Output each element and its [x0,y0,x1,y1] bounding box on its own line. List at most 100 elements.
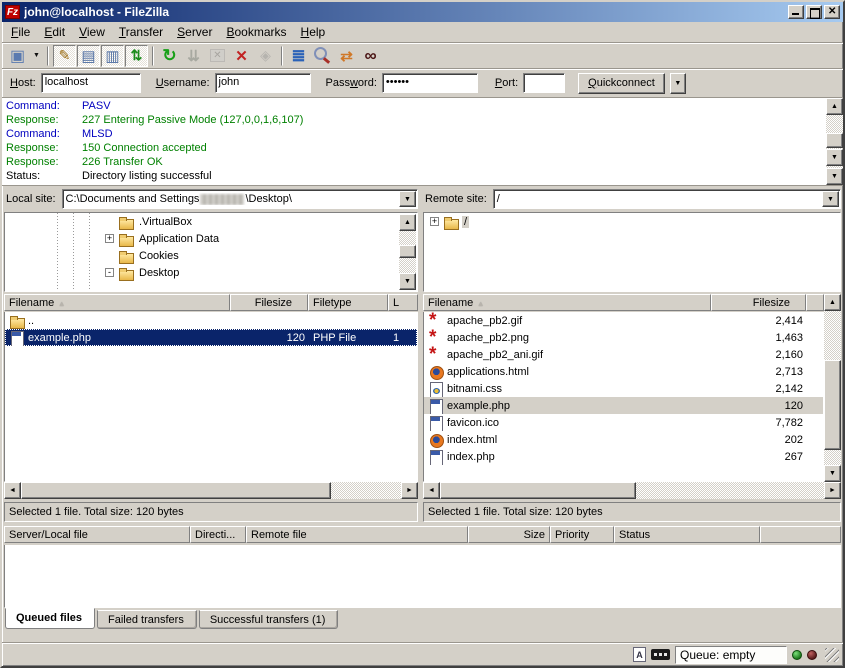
scroll-down-icon[interactable] [826,149,843,166]
quickconnect-button[interactable]: Quickconnect [578,73,665,94]
queue-tab[interactable]: Failed transfers [97,610,197,629]
tree-expander[interactable]: - [105,268,114,277]
disconnect[interactable] [230,45,253,67]
menu-item[interactable]: View [72,23,112,41]
directory-comparison[interactable] [311,45,334,67]
column-header[interactable]: L [388,294,418,311]
queue-column-header[interactable] [760,526,841,543]
tree-item[interactable]: - Desktop [5,264,417,281]
scroll-down-icon[interactable] [399,273,416,290]
column-header[interactable]: Filesize [230,294,308,311]
column-header[interactable]: Filesize [711,294,806,311]
resize-grip[interactable] [825,648,839,662]
scroll-up-icon[interactable] [826,98,843,115]
file-row[interactable]: example.php 120 PHP File 1 [5,329,417,346]
file-row[interactable]: .. [5,312,417,329]
scrollbar-thumb[interactable] [824,360,841,450]
scroll-left-icon[interactable] [423,482,440,499]
scroll-right-icon[interactable] [401,482,418,499]
remote-path-combo[interactable]: / [493,189,841,209]
toggle-remote-tree[interactable] [101,45,124,67]
tree-item[interactable]: Cookies [5,247,417,264]
tree-item[interactable]: .VirtualBox [5,213,417,230]
scroll-left-icon[interactable] [4,482,21,499]
queue-tab[interactable]: Queued files [5,608,95,629]
scrollbar-thumb[interactable] [440,482,636,499]
file-row[interactable]: bitnami.css 2,142 [424,380,823,397]
reconnect[interactable] [254,45,277,67]
port-input[interactable] [523,73,565,93]
toggle-local-tree[interactable] [77,45,100,67]
refresh[interactable] [158,45,181,67]
local-horizontal-scrollbar[interactable] [4,482,418,499]
maximize-button[interactable] [806,5,822,19]
tree-expander[interactable]: + [105,234,114,243]
file-row[interactable]: applications.html 2,713 [424,363,823,380]
tree-item[interactable]: + / [424,213,840,230]
file-row[interactable]: apache_pb2_ani.gif 2,160 [424,346,823,363]
tree-expander[interactable]: + [430,217,439,226]
username-input[interactable]: john [215,73,311,93]
menu-item[interactable]: Help [294,23,333,41]
file-row[interactable]: favicon.ico 7,782 [424,414,823,431]
queue-body[interactable] [4,545,841,608]
host-input[interactable]: localhost [41,73,141,93]
chevron-down-icon[interactable] [399,191,416,207]
toggle-message-log[interactable] [53,45,76,67]
scrollbar-thumb[interactable] [826,133,843,148]
site-manager[interactable] [6,45,29,67]
process-queue[interactable] [182,45,205,67]
queue-column-header[interactable]: Remote file [246,526,468,543]
scroll-up-icon[interactable] [824,294,841,311]
column-header[interactable]: Filetype [308,294,388,311]
remote-file-list: Filename Filesize [423,294,841,482]
quickconnect-dropdown[interactable] [670,73,686,94]
scroll-right-icon[interactable] [824,482,841,499]
cancel-operation[interactable] [206,45,229,67]
speed-limit-icon[interactable] [651,649,670,660]
menu-item[interactable]: File [4,23,37,41]
file-row[interactable]: apache_pb2.gif 2,414 [424,312,823,329]
chevron-down-icon[interactable] [822,191,839,207]
menu-item[interactable]: Server [170,23,219,41]
local-path-combo[interactable]: C:\Documents and Settings\Desktop\ [62,189,418,209]
column-header[interactable]: Filename [4,294,230,311]
queue-tab[interactable]: Successful transfers (1) [199,610,339,629]
separator[interactable] [281,46,283,66]
site-manager-dropdown[interactable] [30,45,43,67]
toggle-transfer-queue[interactable] [125,45,148,67]
file-row[interactable]: index.php 267 [424,448,823,465]
password-input[interactable]: •••••• [382,73,478,93]
find-files[interactable] [359,45,382,67]
log-scrollbar[interactable] [826,98,843,185]
local-tree-scrollbar[interactable] [399,214,416,290]
file-row[interactable]: apache_pb2.png 1,463 [424,329,823,346]
menu-item[interactable]: Bookmarks [219,23,293,41]
file-row[interactable]: example.php 120 [424,397,823,414]
menu-item[interactable]: Edit [37,23,72,41]
scroll-up-icon[interactable] [399,214,416,231]
queue-column-header[interactable]: Directi... [190,526,246,543]
column-header[interactable] [806,294,824,311]
queue-column-header[interactable]: Size [468,526,550,543]
queue-column-header[interactable]: Priority [550,526,614,543]
queue-column-header[interactable]: Status [614,526,760,543]
tree-item[interactable]: + Application Data [5,230,417,247]
remote-list-scrollbar[interactable] [824,294,841,482]
log-line-text: PASV [82,99,111,113]
scrollbar-thumb[interactable] [399,245,416,258]
scroll-down-icon[interactable] [826,168,843,185]
scrollbar-thumb[interactable] [21,482,331,499]
minimize-button[interactable] [788,5,804,19]
remote-horizontal-scrollbar[interactable] [423,482,841,499]
separator[interactable] [152,46,154,66]
close-button[interactable] [824,5,840,19]
column-header[interactable]: Filename [423,294,711,311]
scroll-down-icon[interactable] [824,465,841,482]
synchronized-browsing[interactable] [335,45,358,67]
queue-column-header[interactable]: Server/Local file [4,526,190,543]
file-row[interactable]: index.html 202 [424,431,823,448]
menu-item[interactable]: Transfer [112,23,170,41]
directory-listing-filters[interactable] [287,45,310,67]
separator[interactable] [47,46,49,66]
